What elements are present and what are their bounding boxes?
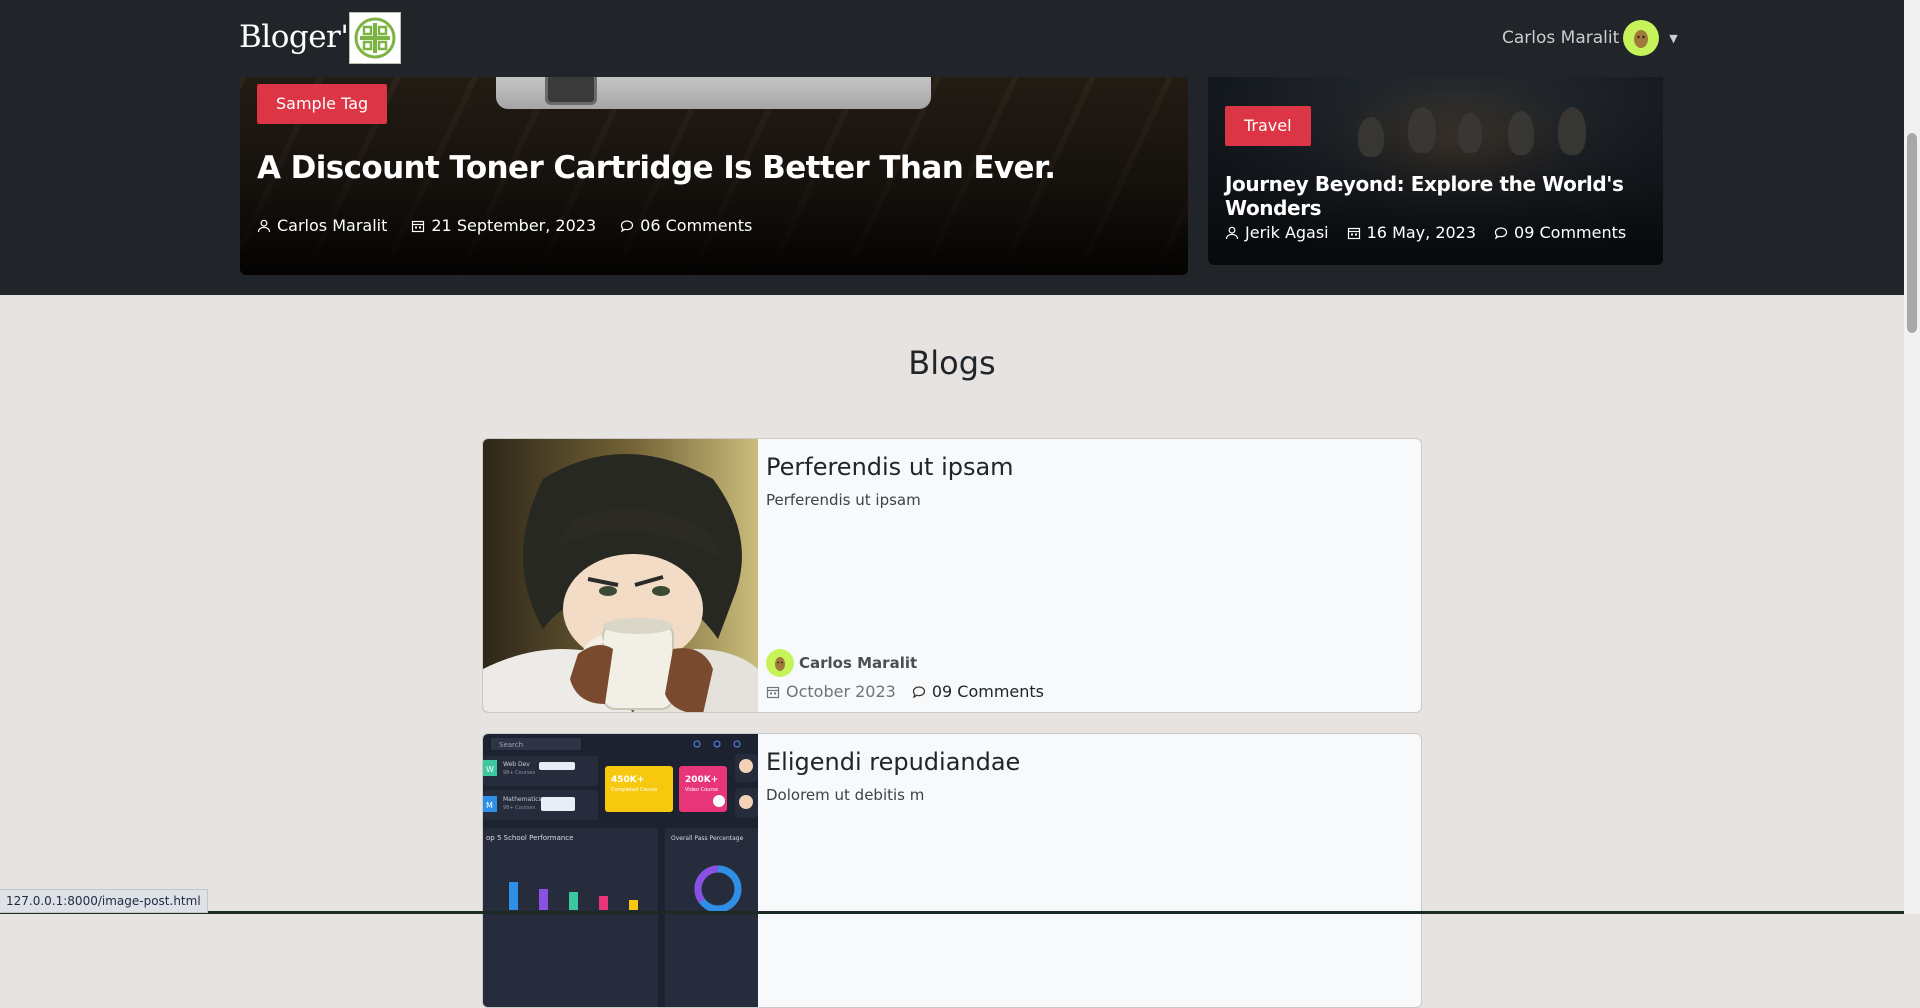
blog-title[interactable]: Eligendi repudiandae xyxy=(766,748,1020,776)
blog-excerpt: Dolorem ut debitis m xyxy=(766,786,925,804)
post-meta: Jerik Agasi 16 May, 2023 09 Comments xyxy=(1225,223,1644,242)
blogs-section-title: Blogs xyxy=(908,344,996,382)
svg-text:Web Dev: Web Dev xyxy=(503,761,530,768)
blog-meta: October 2023 09 Comments xyxy=(766,682,1044,701)
author-avatar xyxy=(766,649,794,677)
svg-text:98+ Courses: 98+ Courses xyxy=(503,805,536,811)
blog-thumbnail[interactable] xyxy=(483,439,758,712)
person-icon xyxy=(257,219,271,233)
featured-hero: Sample Tag A Discount Toner Cartridge Is… xyxy=(0,77,1904,295)
calendar-icon xyxy=(411,219,425,233)
post-title[interactable]: Journey Beyond: Explore the World's Wond… xyxy=(1225,172,1663,220)
potato-avatar-icon xyxy=(775,657,785,671)
campfire-person xyxy=(1408,107,1436,153)
user-avatar xyxy=(1623,20,1660,56)
brand-name[interactable]: Bloger'z xyxy=(239,19,365,55)
user-name: Carlos Maralit xyxy=(1502,28,1620,48)
post-tag[interactable]: Travel xyxy=(1225,106,1311,146)
calendar-icon xyxy=(1347,226,1361,240)
svg-text:Overall Pass Percentage: Overall Pass Percentage xyxy=(671,835,744,842)
post-date: 16 May, 2023 xyxy=(1366,223,1477,242)
svg-text:op 5 School Performance: op 5 School Performance xyxy=(486,834,573,842)
comment-count: 09 Comments xyxy=(1514,223,1627,242)
svg-text:98+ Courses: 98+ Courses xyxy=(503,770,536,776)
svg-text:W: W xyxy=(486,765,494,774)
meta-date: 21 September, 2023 xyxy=(411,216,596,235)
watch-image xyxy=(545,77,597,105)
svg-text:200K+: 200K+ xyxy=(685,775,718,785)
meta-comments[interactable]: 09 Comments xyxy=(1494,223,1626,242)
meta-author: Carlos Maralit xyxy=(257,216,387,235)
meta-comments[interactable]: 09 Comments xyxy=(912,682,1044,701)
meta-date: 16 May, 2023 xyxy=(1347,223,1476,242)
featured-post-side[interactable]: Travel Journey Beyond: Explore the World… xyxy=(1208,77,1663,265)
campfire-person xyxy=(1458,113,1482,153)
blog-excerpt: Perferendis ut ipsam xyxy=(766,491,921,509)
anime-boy-image xyxy=(483,439,758,712)
calendar-icon xyxy=(766,685,780,699)
campfire-person xyxy=(1508,111,1534,155)
comment-count: 06 Comments xyxy=(640,216,753,235)
campfire-person xyxy=(1358,117,1384,157)
comment-icon xyxy=(620,219,634,233)
blog-author[interactable]: Carlos Maralit xyxy=(766,649,917,677)
author-name: Jerik Agasi xyxy=(1245,223,1329,242)
comment-icon xyxy=(1494,226,1508,240)
top-navbar: Bloger'z Carlos Maralit ▼ xyxy=(0,0,1904,77)
brand-logo-icon[interactable] xyxy=(349,12,401,64)
featured-post-main[interactable]: Sample Tag A Discount Toner Cartridge Is… xyxy=(240,77,1188,275)
thumb-search-text: Search xyxy=(499,741,523,749)
post-date: 21 September, 2023 xyxy=(431,216,597,235)
comment-count: 09 Comments xyxy=(931,682,1045,701)
svg-text:Mathematics: Mathematics xyxy=(503,796,542,803)
svg-text:M: M xyxy=(486,801,493,810)
meta-date: October 2023 xyxy=(766,682,896,701)
campfire-person xyxy=(1558,107,1586,155)
author-name: Carlos Maralit xyxy=(799,654,918,672)
svg-text:Completed Course: Completed Course xyxy=(611,787,657,793)
post-date: October 2023 xyxy=(786,682,896,701)
post-title[interactable]: A Discount Toner Cartridge Is Better Tha… xyxy=(257,150,1056,186)
blog-thumbnail[interactable]: Search W Web Dev 98+ Courses M Mathemati… xyxy=(483,734,758,1007)
author-name: Carlos Maralit xyxy=(277,216,388,235)
page-scrollbar[interactable] xyxy=(1904,0,1920,914)
scrollbar-thumb[interactable] xyxy=(1907,133,1917,333)
user-menu-dropdown[interactable]: Carlos Maralit ▼ xyxy=(1502,20,1678,56)
chevron-down-icon: ▼ xyxy=(1669,31,1678,45)
person-icon xyxy=(1225,226,1239,240)
dashboard-screenshot-image: Search W Web Dev 98+ Courses M Mathemati… xyxy=(483,734,758,1007)
svg-text:450K+: 450K+ xyxy=(611,775,644,785)
potato-avatar-icon xyxy=(1634,30,1649,48)
post-tag[interactable]: Sample Tag xyxy=(257,84,388,124)
comment-icon xyxy=(912,685,926,699)
svg-text:Video Course: Video Course xyxy=(685,787,718,793)
blog-title[interactable]: Perferendis ut ipsam xyxy=(766,453,1014,481)
meta-comments[interactable]: 06 Comments xyxy=(620,216,752,235)
post-meta: Carlos Maralit 21 September, 2023 06 Com… xyxy=(257,216,776,235)
blog-card[interactable]: Search W Web Dev 98+ Courses M Mathemati… xyxy=(482,733,1422,1008)
meta-author: Jerik Agasi xyxy=(1225,223,1329,242)
blog-card[interactable]: Perferendis ut ipsam Perferendis ut ipsa… xyxy=(482,438,1422,713)
link-status-bar: 127.0.0.1:8000/image-post.html xyxy=(0,889,208,913)
